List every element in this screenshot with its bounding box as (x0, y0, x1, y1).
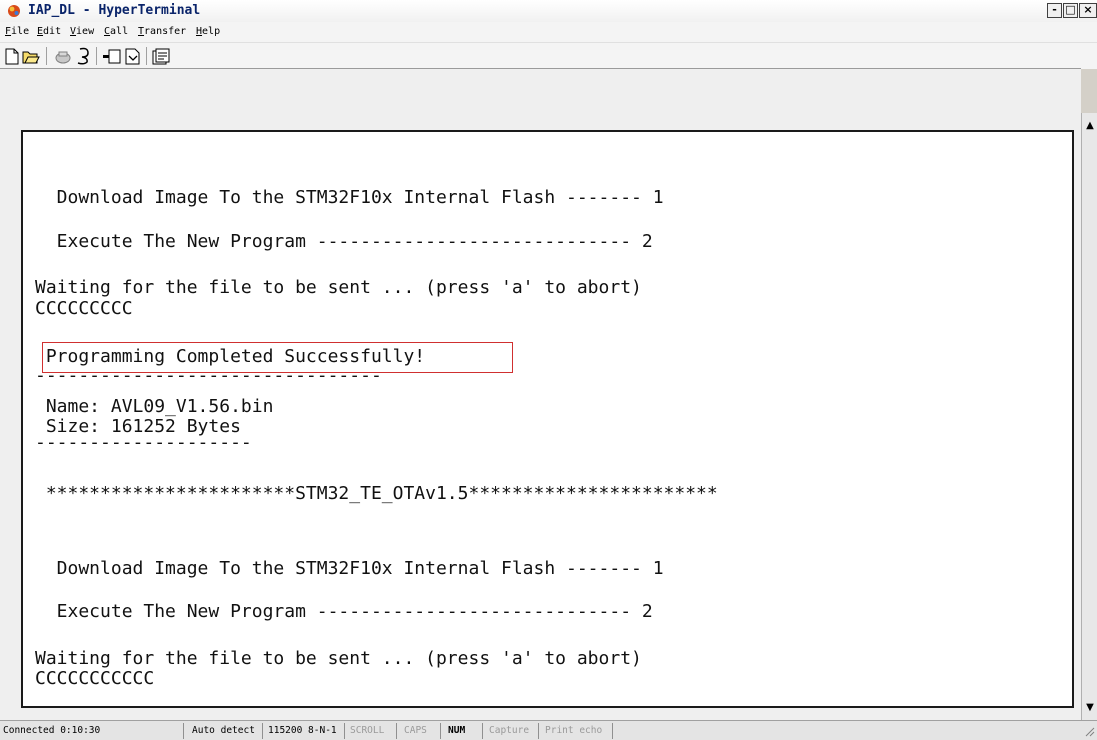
scroll-up-icon[interactable]: ▲ (1083, 119, 1097, 133)
terminal-line: Waiting for the file to be sent ... (pre… (35, 648, 642, 669)
status-separator (538, 723, 539, 739)
status-separator (440, 723, 441, 739)
maximize-button[interactable]: □ (1063, 3, 1078, 18)
menu-edit[interactable]: Edit (37, 26, 61, 37)
terminal-line: Download Image To the STM32F10x Internal… (35, 187, 664, 208)
toolbar-separator (96, 47, 97, 65)
properties-icon[interactable] (152, 48, 170, 65)
banner-line: ***********************STM32_TE_OTAv1.5*… (35, 483, 718, 504)
toolbar-separator (46, 47, 47, 65)
disconnect-icon[interactable] (54, 48, 72, 65)
status-bar: Connected 0:10:30 Auto detect 115200 8-N… (0, 720, 1097, 740)
caps-lock-indicator: CAPS (404, 725, 427, 736)
toolbar (0, 42, 1097, 69)
hyperterminal-app-icon (8, 5, 20, 17)
terminal-line: Download Image To the STM32F10x Internal… (35, 558, 664, 579)
emulation-mode: Auto detect (192, 725, 255, 736)
terminal-line: Waiting for the file to be sent ... (pre… (35, 277, 642, 298)
print-echo-indicator: Print echo (545, 725, 603, 736)
open-icon[interactable] (22, 48, 40, 65)
menu-call[interactable]: Call (104, 26, 128, 37)
resize-grip-icon[interactable] (1083, 725, 1095, 737)
title-bar[interactable]: IAP_DL - HyperTerminal - □ × (0, 0, 1097, 23)
terminal-divider: -------------------- (35, 432, 252, 453)
connection-time: Connected 0:10:30 (3, 725, 101, 736)
menu-bar: File Edit View Call Transfer Help (0, 22, 1097, 42)
port-settings: 115200 8-N-1 (268, 725, 337, 736)
num-lock-indicator: NUM (448, 725, 466, 736)
scroll-lock-indicator: SCROLL (350, 725, 385, 736)
status-separator (396, 723, 397, 739)
status-separator (183, 723, 184, 739)
file-name-line: Name: AVL09_V1.56.bin (35, 396, 274, 417)
terminal-line: CCCCCCCCCCC (35, 668, 155, 689)
menu-file[interactable]: File (5, 26, 29, 37)
menu-transfer[interactable]: Transfer (138, 26, 186, 37)
new-icon[interactable] (4, 48, 20, 65)
scroll-down-icon[interactable]: ▼ (1083, 701, 1097, 715)
connect-icon[interactable] (76, 47, 92, 65)
window-title: IAP_DL - HyperTerminal (28, 3, 201, 18)
menu-view[interactable]: View (70, 26, 94, 37)
terminal-divider: -------------------------------- (35, 365, 382, 386)
terminal-line: Execute The New Program ----------------… (35, 231, 653, 252)
menu-help[interactable]: Help (196, 26, 220, 37)
receive-icon[interactable] (124, 48, 142, 65)
minimize-button[interactable]: - (1047, 3, 1062, 18)
status-separator (344, 723, 345, 739)
vertical-scrollbar[interactable]: ▲ ▼ (1081, 113, 1097, 720)
status-separator (612, 723, 613, 739)
hyperterminal-window: IAP_DL - HyperTerminal - □ × File Edit V… (0, 0, 1097, 740)
terminal-line: Execute The New Program ----------------… (35, 601, 653, 622)
terminal-line: CCCCCCCCC (35, 298, 133, 319)
status-separator (262, 723, 263, 739)
status-separator (482, 723, 483, 739)
toolbar-separator (146, 47, 147, 65)
close-button[interactable]: × (1079, 3, 1097, 18)
success-message: Programming Completed Successfully! (35, 346, 426, 367)
send-icon[interactable] (102, 48, 122, 65)
capture-indicator: Capture (489, 725, 530, 736)
